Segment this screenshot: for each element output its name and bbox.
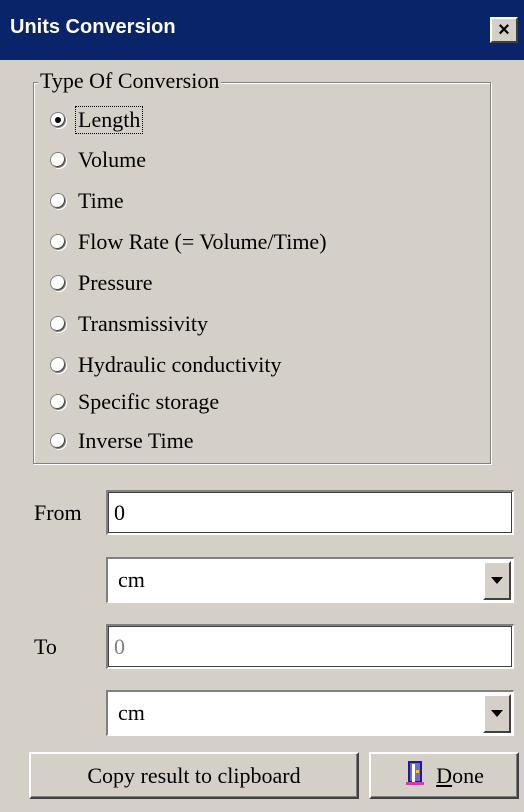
- radio-length[interactable]: Length: [50, 105, 144, 135]
- radio-label: Specific storage: [78, 389, 220, 414]
- from-label: From: [34, 500, 82, 525]
- radio-button[interactable]: [50, 193, 66, 209]
- radio-volume[interactable]: Volume: [50, 145, 148, 175]
- to-unit-value: cm: [118, 700, 145, 725]
- radio-button[interactable]: [50, 234, 66, 250]
- radio-flow-rate[interactable]: Flow Rate (= Volume/Time): [50, 227, 329, 257]
- radio-label: Flow Rate (= Volume/Time): [78, 229, 327, 254]
- radio-button[interactable]: [50, 112, 66, 128]
- radio-button[interactable]: [50, 433, 66, 449]
- radio-label: Transmissivity: [78, 311, 209, 336]
- radio-specific-storage[interactable]: Specific storage: [50, 387, 221, 417]
- radio-button[interactable]: [50, 316, 66, 332]
- radio-label: Inverse Time: [78, 428, 194, 453]
- radio-label: Hydraulic conductivity: [78, 352, 282, 377]
- done-door-icon: [404, 760, 426, 792]
- close-button[interactable]: ×: [490, 17, 518, 43]
- window-title: Units Conversion: [10, 16, 176, 38]
- to-unit-select[interactable]: cm: [106, 690, 514, 736]
- radio-transmissivity[interactable]: Transmissivity: [50, 309, 210, 339]
- copy-result-label: Copy result to clipboard: [87, 762, 301, 788]
- radio-pressure[interactable]: Pressure: [50, 268, 155, 298]
- radio-button[interactable]: [50, 357, 66, 373]
- radio-button[interactable]: [50, 275, 66, 291]
- radio-hydraulic-conductivity[interactable]: Hydraulic conductivity: [50, 350, 283, 380]
- chevron-down-icon: [491, 577, 503, 584]
- from-value-input[interactable]: [106, 490, 514, 535]
- to-unit-dropdown-button[interactable]: [483, 694, 511, 733]
- close-icon: ×: [498, 19, 510, 41]
- from-unit-value: cm: [118, 567, 145, 592]
- conversion-type-legend: Type Of Conversion: [38, 68, 222, 94]
- radio-button[interactable]: [50, 152, 66, 168]
- chevron-down-icon: [491, 710, 503, 717]
- radio-label: Length: [74, 106, 144, 134]
- to-label: To: [34, 634, 57, 659]
- done-button[interactable]: Done: [369, 752, 519, 799]
- title-bar: Units Conversion ×: [0, 0, 524, 60]
- radio-label: Time: [78, 188, 124, 213]
- from-unit-select[interactable]: cm: [106, 557, 514, 603]
- radio-time[interactable]: Time: [50, 186, 126, 216]
- radio-label: Volume: [78, 147, 147, 172]
- copy-result-button[interactable]: Copy result to clipboard: [29, 752, 359, 799]
- radio-label: Pressure: [78, 270, 153, 295]
- radio-inverse-time[interactable]: Inverse Time: [50, 426, 196, 456]
- from-unit-dropdown-button[interactable]: [483, 561, 511, 600]
- to-value-input: [106, 624, 514, 669]
- radio-button[interactable]: [50, 394, 66, 410]
- done-label: Done: [436, 762, 484, 788]
